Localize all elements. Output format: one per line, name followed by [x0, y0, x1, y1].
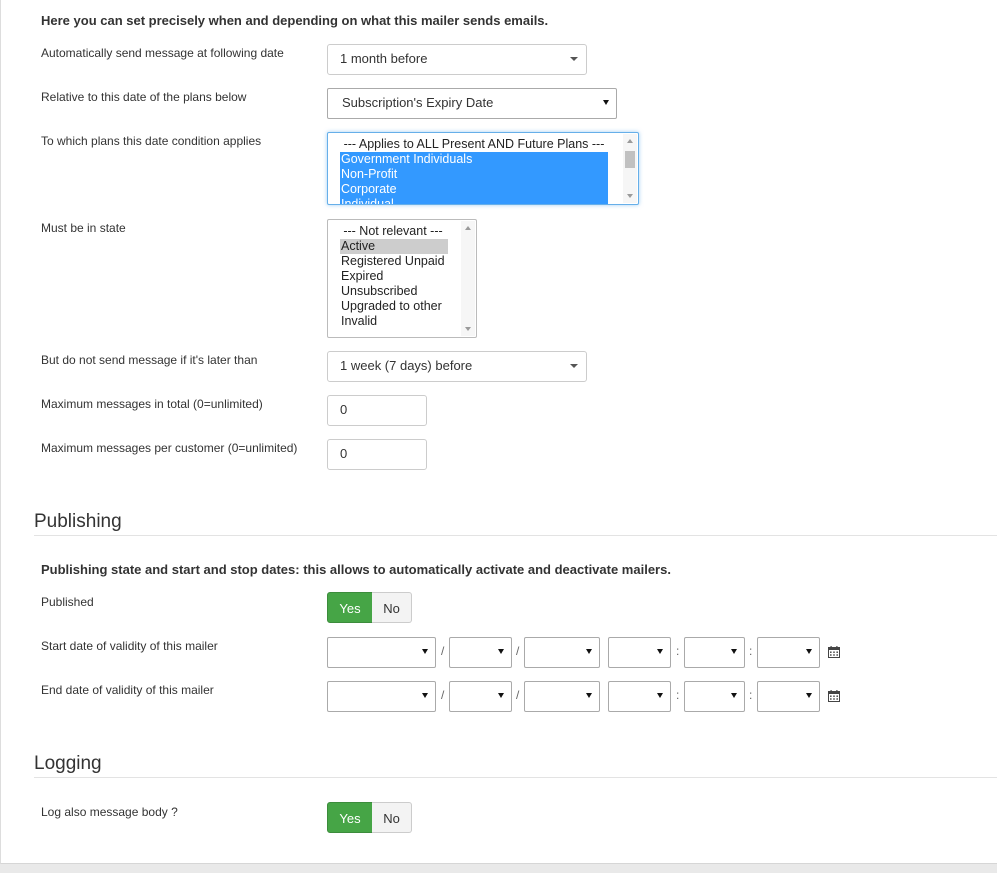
end-date-separator: /: [516, 688, 520, 702]
state-option[interactable]: Invalid: [328, 314, 476, 329]
log-body-yes-button[interactable]: Yes: [327, 802, 373, 833]
chevron-down-icon: [498, 649, 504, 654]
plan-option[interactable]: Corporate: [340, 182, 608, 197]
start-date-hour-select[interactable]: [608, 637, 671, 668]
end-date-minute-select[interactable]: [684, 681, 745, 712]
start-date-month-select[interactable]: [449, 637, 512, 668]
start-date-label: Start date of validity of this mailer: [41, 639, 218, 653]
state-label: Must be in state: [41, 221, 126, 235]
max-total-value: 0: [340, 402, 348, 417]
chevron-down-icon: [657, 649, 663, 654]
send-date-label: Automatically send message at following …: [41, 46, 284, 60]
later-than-value: 1 week (7 days) before: [340, 358, 473, 373]
published-yes-button[interactable]: Yes: [327, 592, 373, 623]
log-body-toggle[interactable]: Yes No: [327, 802, 412, 833]
start-date-separator: :: [749, 644, 753, 658]
send-date-select[interactable]: 1 month before: [327, 44, 587, 75]
state-option[interactable]: Registered Unpaid: [328, 254, 476, 269]
chevron-down-icon: [603, 100, 609, 105]
state-scrollbar[interactable]: [461, 221, 475, 336]
end-date-year-select[interactable]: [327, 681, 436, 712]
log-body-label: Log also message body ?: [41, 805, 178, 819]
max-total-input[interactable]: 0: [327, 395, 427, 426]
published-no-button[interactable]: No: [372, 592, 412, 623]
state-option[interactable]: Expired: [328, 269, 476, 284]
relative-date-label: Relative to this date of the plans below: [41, 90, 247, 104]
start-date-second-select[interactable]: [757, 637, 820, 668]
publishing-intro: Publishing state and start and stop date…: [41, 562, 671, 577]
scroll-down-icon[interactable]: [465, 327, 471, 331]
chevron-down-icon: [586, 693, 592, 698]
plan-option[interactable]: Individual: [340, 197, 608, 204]
end-date-label: End date of validity of this mailer: [41, 683, 214, 697]
later-than-label: But do not send message if it's later th…: [41, 353, 258, 367]
later-than-select[interactable]: 1 week (7 days) before: [327, 351, 587, 382]
relative-date-value: Subscription's Expiry Date: [342, 95, 494, 110]
state-listbox[interactable]: --- Not relevant --- Active Registered U…: [327, 219, 477, 338]
chevron-down-icon: [731, 649, 737, 654]
start-date-separator: /: [441, 644, 445, 658]
scroll-down-icon[interactable]: [627, 194, 633, 198]
publishing-title: Publishing: [34, 511, 122, 532]
state-option[interactable]: Upgraded to other: [328, 299, 476, 314]
chevron-down-icon: [570, 57, 578, 61]
plan-option[interactable]: Non-Profit: [340, 167, 608, 182]
divider: [34, 535, 997, 536]
start-date-year-select[interactable]: [327, 637, 436, 668]
plans-label: To which plans this date condition appli…: [41, 134, 262, 148]
end-date-hour-select[interactable]: [608, 681, 671, 712]
relative-date-select[interactable]: Subscription's Expiry Date: [327, 88, 617, 119]
state-option-not-relevant[interactable]: --- Not relevant ---: [328, 224, 458, 239]
start-date-minute-select[interactable]: [684, 637, 745, 668]
end-date-month-select[interactable]: [449, 681, 512, 712]
plans-listbox[interactable]: --- Applies to ALL Present AND Future Pl…: [327, 132, 639, 205]
chevron-down-icon: [422, 693, 428, 698]
chevron-down-icon: [806, 693, 812, 698]
start-date-day-select[interactable]: [524, 637, 600, 668]
scroll-thumb[interactable]: [625, 151, 635, 168]
end-date-separator: :: [749, 688, 753, 702]
start-date-separator: :: [676, 644, 680, 658]
state-option[interactable]: Unsubscribed: [328, 284, 476, 299]
mailer-settings-panel: Here you can set precisely when and depe…: [0, 0, 997, 864]
chevron-down-icon: [806, 649, 812, 654]
chevron-down-icon: [731, 693, 737, 698]
calendar-icon[interactable]: [828, 690, 840, 702]
plans-scrollbar[interactable]: [623, 134, 637, 203]
chevron-down-icon: [657, 693, 663, 698]
divider: [34, 777, 997, 778]
max-total-label: Maximum messages in total (0=unlimited): [41, 397, 263, 411]
chevron-down-icon: [586, 649, 592, 654]
end-date-second-select[interactable]: [757, 681, 820, 712]
start-date-separator: /: [516, 644, 520, 658]
end-date-day-select[interactable]: [524, 681, 600, 712]
chevron-down-icon: [498, 693, 504, 698]
max-customer-label: Maximum messages per customer (0=unlimit…: [41, 441, 298, 455]
state-option[interactable]: Active: [340, 239, 448, 254]
send-date-value: 1 month before: [340, 51, 428, 66]
plan-option[interactable]: Government Individuals: [340, 152, 608, 167]
published-label: Published: [41, 595, 94, 609]
max-customer-input[interactable]: 0: [327, 439, 427, 470]
logging-title: Logging: [34, 753, 102, 774]
calendar-icon[interactable]: [828, 646, 840, 658]
scroll-up-icon[interactable]: [627, 139, 633, 143]
published-toggle[interactable]: Yes No: [327, 592, 412, 623]
chevron-down-icon: [570, 364, 578, 368]
end-date-separator: :: [676, 688, 680, 702]
log-body-no-button[interactable]: No: [372, 802, 412, 833]
section-intro: Here you can set precisely when and depe…: [41, 13, 549, 28]
scroll-up-icon[interactable]: [465, 226, 471, 230]
plan-option-all[interactable]: --- Applies to ALL Present AND Future Pl…: [328, 137, 620, 152]
max-customer-value: 0: [340, 446, 348, 461]
end-date-separator: /: [441, 688, 445, 702]
chevron-down-icon: [422, 649, 428, 654]
